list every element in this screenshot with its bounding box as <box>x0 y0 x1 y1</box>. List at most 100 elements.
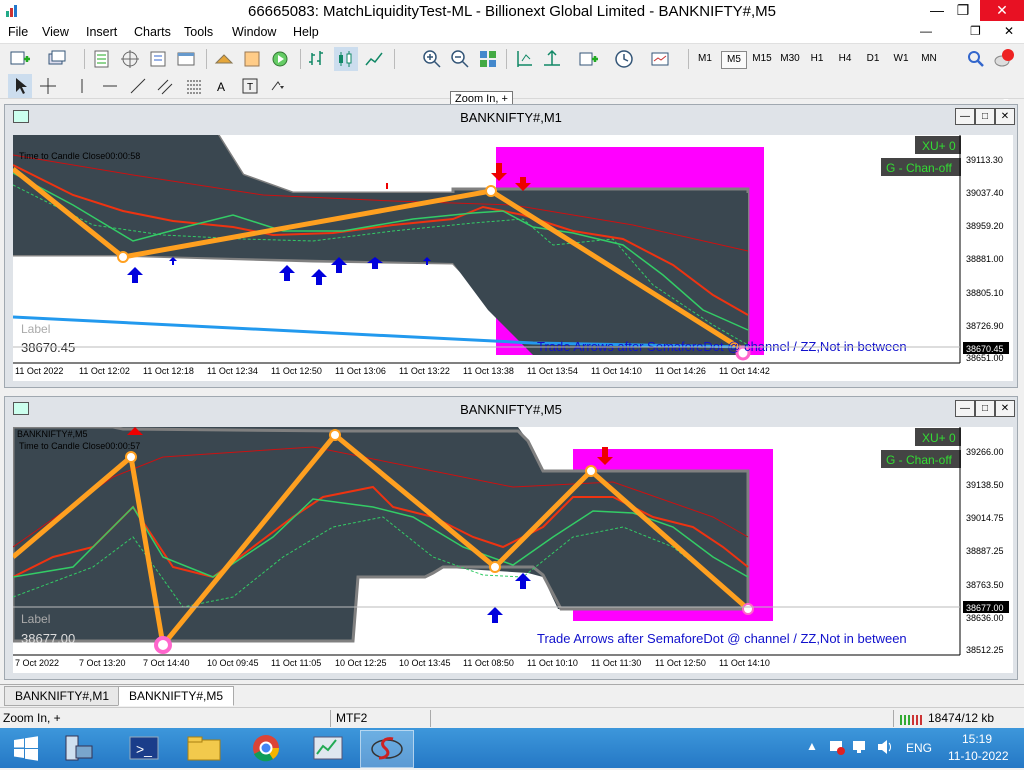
market-watch-icon[interactable] <box>90 47 114 71</box>
timeframe-m30[interactable]: M30 <box>777 51 803 67</box>
action-center-icon[interactable] <box>828 738 846 756</box>
autoscroll-icon[interactable] <box>540 47 564 71</box>
chart-m1[interactable]: Time to Candle Close00:00:58 Label 38670… <box>11 133 1013 381</box>
file-explorer-icon[interactable] <box>178 730 230 766</box>
time-tick: 11 Oct 12:50 <box>655 658 706 668</box>
chrome-icon[interactable] <box>240 730 292 766</box>
chart-close-button[interactable]: ✕ <box>995 400 1015 417</box>
bar-chart-icon[interactable] <box>306 47 330 71</box>
timeframe-h1[interactable]: H1 <box>805 51 829 67</box>
price-tick: 38651.00 <box>966 353 1004 363</box>
metatrader-icon[interactable] <box>302 730 354 766</box>
data-window-icon[interactable] <box>146 47 170 71</box>
candle-timer: Time to Candle Close00:00:57 <box>19 441 140 451</box>
horizontal-line-icon[interactable] <box>98 74 122 98</box>
autotrading-icon[interactable] <box>268 47 292 71</box>
chart-maximize-button[interactable]: □ <box>975 400 995 417</box>
trendline-icon[interactable] <box>126 74 150 98</box>
menu-file[interactable]: File <box>8 25 28 39</box>
semafore-dot <box>329 429 341 441</box>
chart-shift-icon[interactable] <box>512 47 536 71</box>
chart-window-m1: BANKNIFTY#,M1 — □ ✕ Time to Candle Close… <box>4 104 1018 388</box>
strategy-tester-icon[interactable] <box>212 47 236 71</box>
zoom-in-icon[interactable] <box>420 47 444 71</box>
network-icon[interactable] <box>852 738 870 756</box>
tile-windows-icon[interactable] <box>476 47 500 71</box>
navigator-icon[interactable] <box>118 47 142 71</box>
timeframe-m15[interactable]: M15 <box>749 51 775 67</box>
menu-tools[interactable]: Tools <box>184 25 213 39</box>
vertical-line-icon[interactable] <box>70 74 94 98</box>
menu-charts[interactable]: Charts <box>134 25 171 39</box>
menu-view[interactable]: View <box>42 25 69 39</box>
timeframe-mn[interactable]: MN <box>917 51 941 67</box>
timeframe-w1[interactable]: W1 <box>889 51 913 67</box>
notifications-icon[interactable] <box>992 47 1016 71</box>
time-tick: 11 Oct 11:05 <box>271 658 321 668</box>
mdi-restore-button[interactable]: ❐ <box>970 24 981 38</box>
status-hint: Zoom In, + <box>3 711 61 725</box>
clock-time[interactable]: 15:19 <box>962 732 992 746</box>
zoom-out-icon[interactable] <box>448 47 472 71</box>
terminal-icon[interactable] <box>174 47 198 71</box>
timeframe-m5[interactable]: M5 <box>721 51 747 69</box>
timeframe-m1[interactable]: M1 <box>693 51 717 67</box>
timeframe-h4[interactable]: H4 <box>833 51 857 67</box>
label-value: 38677.00 <box>21 631 75 646</box>
timeframe-d1[interactable]: D1 <box>861 51 885 67</box>
time-tick: 10 Oct 12:25 <box>335 658 387 668</box>
restore-button[interactable]: ❐ <box>946 0 980 21</box>
powershell-icon[interactable]: >_ <box>118 730 170 766</box>
tray-expand-icon[interactable]: ▲ <box>806 739 818 753</box>
tab-banknifty-m5[interactable]: BANKNIFTY#,M5 <box>118 686 235 706</box>
mdi-minimize-button[interactable]: — <box>920 24 932 38</box>
chart-minimize-button[interactable]: — <box>955 108 975 125</box>
price-tick: 38512.25 <box>966 645 1004 655</box>
chart-close-button[interactable]: ✕ <box>995 108 1015 125</box>
crosshair-icon[interactable] <box>36 74 60 98</box>
candlestick-chart-icon[interactable] <box>334 47 358 71</box>
trade-arrows-note: Trade Arrows after SemaforeDot @ channel… <box>537 631 907 646</box>
tab-banknifty-m1[interactable]: BANKNIFTY#,M1 <box>4 686 121 706</box>
arrows-tool-icon[interactable] <box>266 74 290 98</box>
text-label-icon[interactable]: T <box>238 74 262 98</box>
close-button[interactable]: ✕ <box>980 0 1024 21</box>
status-traffic: 18474/12 kb <box>928 711 995 725</box>
price-tick: 38726.90 <box>966 321 1004 331</box>
profiles-icon[interactable] <box>46 47 70 71</box>
server-manager-icon[interactable] <box>54 730 106 766</box>
search-icon[interactable] <box>964 47 988 71</box>
metaeditor-icon[interactable] <box>240 47 264 71</box>
chart-minimize-button[interactable]: — <box>955 400 975 417</box>
equidistant-channel-icon[interactable] <box>154 74 178 98</box>
connection-icon <box>900 715 922 725</box>
billionext-terminal-taskbar-button[interactable] <box>360 730 414 768</box>
price-tick: 39037.40 <box>966 188 1004 198</box>
chart-m5[interactable]: BANKNIFTY#,M5 Time to Candle Close00:00:… <box>11 425 1013 673</box>
cursor-icon[interactable] <box>8 74 32 98</box>
clock-date[interactable]: 11-10-2022 <box>948 749 1009 763</box>
time-tick: 11 Oct 08:50 <box>463 658 514 668</box>
window-title: 66665083: MatchLiquidityTest-ML - Billio… <box>247 3 776 20</box>
indicators-icon[interactable] <box>576 47 600 71</box>
price-tick: 39138.50 <box>966 480 1004 490</box>
mdi-close-button[interactable]: ✕ <box>1004 24 1014 38</box>
price-tick: 38881.00 <box>966 254 1004 264</box>
text-tool-icon[interactable]: A <box>210 74 234 98</box>
templates-icon[interactable] <box>648 47 672 71</box>
menu-window[interactable]: Window <box>232 25 276 39</box>
chart-window-title: BANKNIFTY#,M1 <box>460 110 562 125</box>
xu-badge: XU+ 0 <box>922 139 956 153</box>
menu-insert[interactable]: Insert <box>86 25 117 39</box>
candle-timer: Time to Candle Close00:00:58 <box>19 151 140 161</box>
volume-icon[interactable] <box>876 738 894 756</box>
chart-maximize-button[interactable]: □ <box>975 108 995 125</box>
language-indicator[interactable]: ENG <box>906 741 932 755</box>
periods-icon[interactable] <box>612 47 636 71</box>
start-icon[interactable] <box>0 730 52 766</box>
fibonacci-icon[interactable] <box>182 74 206 98</box>
time-tick: 11 Oct 13:54 <box>527 366 578 376</box>
new-chart-icon[interactable] <box>8 47 32 71</box>
menu-help[interactable]: Help <box>293 25 319 39</box>
line-chart-icon[interactable] <box>362 47 386 71</box>
